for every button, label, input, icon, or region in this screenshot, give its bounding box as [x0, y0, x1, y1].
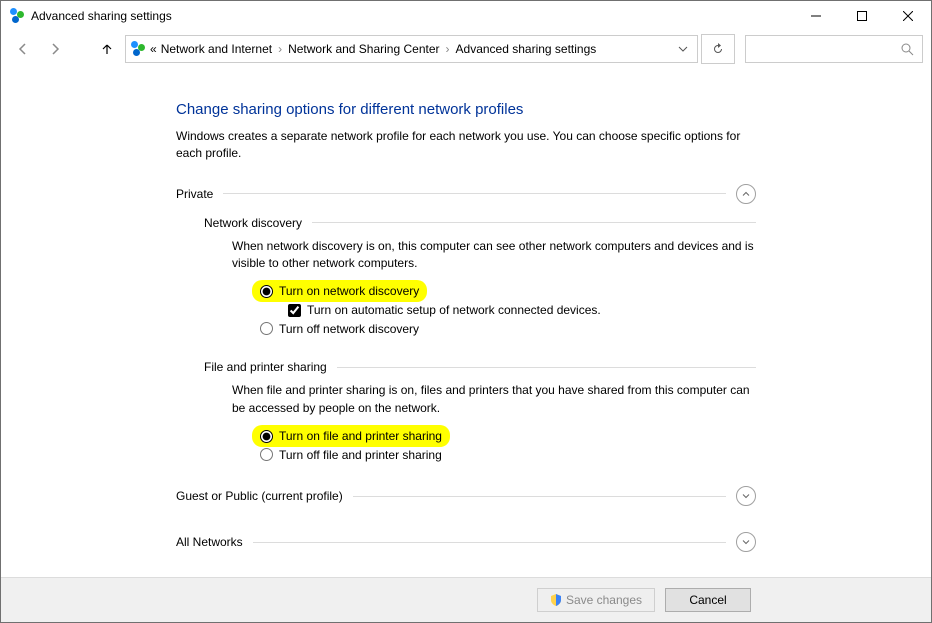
save-changes-button[interactable]: Save changes [537, 588, 655, 612]
content-area: Change sharing options for different net… [1, 73, 931, 577]
breadcrumb-item[interactable]: Advanced sharing settings [456, 42, 597, 56]
nav-row: « Network and Internet › Network and Sha… [1, 31, 931, 73]
profile-guest-label: Guest or Public (current profile) [176, 489, 343, 503]
chevron-down-icon[interactable] [736, 486, 756, 506]
profile-guest-header[interactable]: Guest or Public (current profile) [176, 486, 756, 506]
chevron-right-icon[interactable]: › [276, 42, 284, 56]
search-icon [901, 43, 914, 56]
file-printer-off-label: Turn off file and printer sharing [279, 446, 442, 465]
chevron-up-icon[interactable] [736, 184, 756, 204]
profile-private-label: Private [176, 187, 213, 201]
breadcrumb-item[interactable]: Network and Sharing Center [288, 42, 439, 56]
shield-icon [550, 594, 562, 606]
address-bar[interactable]: « Network and Internet › Network and Sha… [125, 35, 698, 63]
chevron-right-icon[interactable]: › [444, 42, 452, 56]
file-printer-desc: When file and printer sharing is on, fil… [232, 382, 756, 417]
file-printer-header: File and printer sharing [204, 360, 756, 374]
auto-setup-checkbox[interactable] [288, 304, 301, 317]
profile-all-label: All Networks [176, 535, 243, 549]
page-subtext: Windows creates a separate network profi… [176, 128, 756, 162]
cancel-label: Cancel [689, 593, 726, 607]
maximize-button[interactable] [839, 1, 885, 31]
network-discovery-off-label: Turn off network discovery [279, 320, 419, 339]
breadcrumb-prefix: « [150, 42, 157, 56]
search-box[interactable] [745, 35, 923, 63]
back-button[interactable] [9, 35, 37, 63]
control-panel-icon [9, 8, 25, 24]
network-discovery-header: Network discovery [204, 216, 756, 230]
titlebar: Advanced sharing settings [1, 1, 931, 31]
window-title: Advanced sharing settings [31, 9, 172, 23]
profile-all-header[interactable]: All Networks [176, 532, 756, 552]
save-changes-label: Save changes [566, 593, 642, 607]
minimize-button[interactable] [793, 1, 839, 31]
file-printer-on-radio[interactable] [260, 430, 273, 443]
network-discovery-label: Network discovery [204, 216, 302, 230]
file-printer-off-radio[interactable] [260, 448, 273, 461]
auto-setup-label: Turn on automatic setup of network conne… [307, 301, 601, 320]
network-discovery-desc: When network discovery is on, this compu… [232, 238, 756, 273]
file-printer-label: File and printer sharing [204, 360, 327, 374]
bottom-bar: Save changes Cancel [1, 577, 931, 622]
page-heading: Change sharing options for different net… [176, 101, 756, 118]
file-printer-on-label: Turn on file and printer sharing [279, 427, 442, 446]
chevron-down-icon[interactable] [736, 532, 756, 552]
refresh-button[interactable] [701, 34, 735, 64]
network-discovery-on-label: Turn on network discovery [279, 282, 419, 301]
up-button[interactable] [93, 35, 121, 63]
address-dropdown[interactable] [673, 44, 693, 54]
network-discovery-on-radio[interactable] [260, 285, 273, 298]
network-discovery-off-radio[interactable] [260, 322, 273, 335]
forward-button[interactable] [41, 35, 69, 63]
cancel-button[interactable]: Cancel [665, 588, 751, 612]
breadcrumb-item[interactable]: Network and Internet [161, 42, 272, 56]
control-panel-icon [130, 41, 146, 57]
profile-private-header[interactable]: Private [176, 184, 756, 204]
close-button[interactable] [885, 1, 931, 31]
